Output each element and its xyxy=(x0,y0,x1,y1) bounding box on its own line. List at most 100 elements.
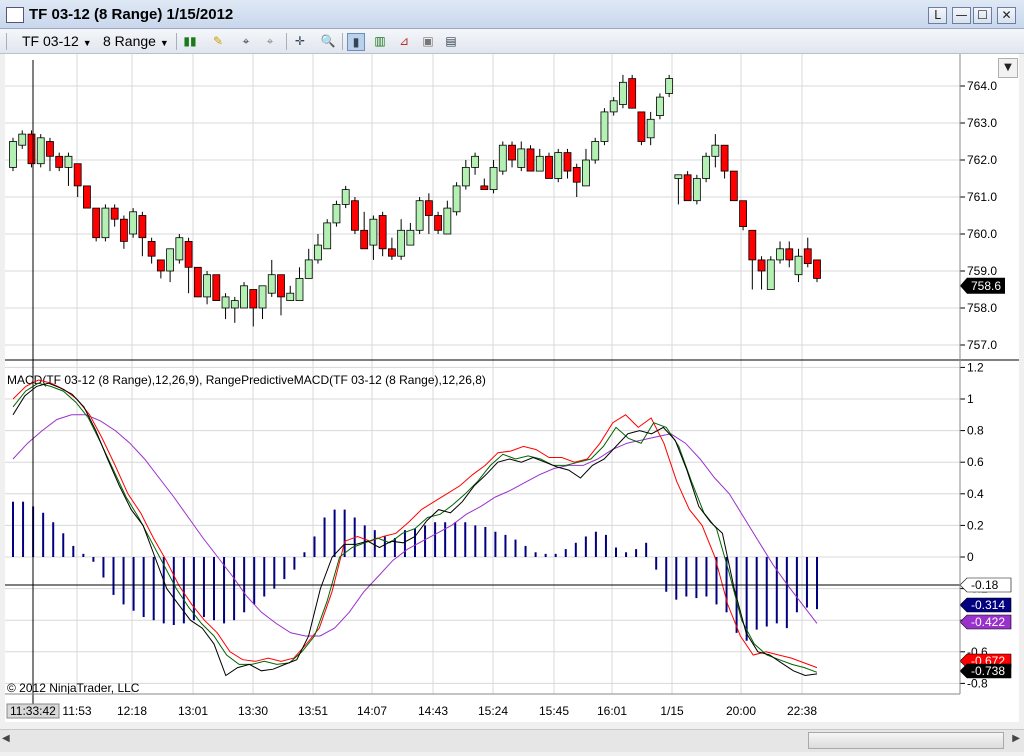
candle-body xyxy=(9,141,17,168)
candle-body xyxy=(609,100,618,113)
candle-body xyxy=(517,148,526,168)
candle-body xyxy=(535,155,544,172)
scroll-right-icon[interactable]: ▶ xyxy=(1012,733,1020,744)
candle-body xyxy=(739,200,747,227)
price-tick-label: 764.0 xyxy=(967,79,997,93)
candle-body xyxy=(766,259,775,290)
candle-body xyxy=(378,215,387,250)
candle-body xyxy=(184,240,193,268)
snap-icon[interactable]: ⌖ xyxy=(238,33,254,49)
candle-body xyxy=(508,144,516,161)
candle-body xyxy=(434,215,443,231)
candle-body xyxy=(582,159,590,187)
global-draw-icon[interactable]: ⌖ xyxy=(262,33,278,49)
candle-body xyxy=(406,229,415,246)
price-axis: 764.0 763.0 762.0 761.0 760.0 759.0 758.0 757.0 xyxy=(960,79,997,352)
chevron-down-icon[interactable]: ▼ xyxy=(998,58,1018,78)
macd-average-line xyxy=(12,382,818,673)
time-tick-label: 11:53 xyxy=(62,704,91,718)
instrument-label: TF 03-12 xyxy=(22,33,79,49)
time-tick-label: 13:30 xyxy=(238,704,268,718)
chevron-down-icon: ▼ xyxy=(82,38,92,48)
macd-value-label: -0.18 xyxy=(971,578,999,592)
macd-tick-label: 0.4 xyxy=(967,487,984,501)
macd-tick-label: 1 xyxy=(967,392,974,406)
candle-body xyxy=(83,185,91,209)
candle-body xyxy=(628,78,637,109)
candle-body xyxy=(600,111,609,142)
candle-body xyxy=(18,133,27,146)
chart-canvas[interactable]: 764.0 763.0 762.0 761.0 760.0 759.0 758.0 757.0… xyxy=(5,54,1019,722)
drawing-pencil-icon[interactable]: ✎ xyxy=(210,33,226,49)
candle-body xyxy=(240,285,248,309)
indicators-icon[interactable]: ▥ xyxy=(372,33,388,49)
candle-body xyxy=(637,111,646,142)
candle-body xyxy=(397,229,406,257)
candle-body xyxy=(702,155,711,179)
candle-body xyxy=(387,248,396,257)
macd-tick-label: 0.2 xyxy=(967,518,984,532)
interval-selector[interactable]: 8 Range ▼ xyxy=(103,32,169,50)
time-tick-label: 12:18 xyxy=(117,704,147,718)
candle-body xyxy=(415,200,424,231)
toolbar-grip xyxy=(6,33,7,50)
candle-body xyxy=(55,155,64,168)
title-bar: TF 03-12 (8 Range) 1/15/2012 L — ☐ ✕ xyxy=(0,0,1024,29)
last-price-marker: 758.6 xyxy=(960,277,1005,294)
chart-style-icon[interactable]: ▮ xyxy=(347,33,365,51)
time-tick-label: 16:01 xyxy=(597,704,627,718)
crosshair-icon[interactable]: ✛ xyxy=(292,33,308,49)
crosshair-time-label: 11:33:42 xyxy=(10,704,56,718)
macd-value-label: -0.422 xyxy=(971,615,1005,629)
lock-button[interactable]: L xyxy=(928,7,947,24)
candle-body xyxy=(424,200,433,216)
candle-body xyxy=(655,96,664,116)
interval-label: 8 Range xyxy=(103,33,156,49)
toolbar-separator xyxy=(176,33,177,50)
instrument-selector[interactable]: TF 03-12 ▼ xyxy=(22,32,92,50)
candle-body xyxy=(443,207,452,235)
candle-body xyxy=(711,144,720,157)
close-button[interactable]: ✕ xyxy=(997,7,1016,24)
scrollbar-thumb[interactable] xyxy=(808,732,1004,749)
candle-body xyxy=(46,141,54,157)
data-box-icon[interactable]: ▤ xyxy=(443,33,459,49)
candle-body xyxy=(36,137,45,165)
time-tick-label: 1/15 xyxy=(660,704,684,718)
candle-body xyxy=(526,148,535,172)
chart-panel[interactable]: 764.0 763.0 762.0 761.0 760.0 759.0 758.0 757.0… xyxy=(5,54,1019,722)
candle-body xyxy=(323,222,332,250)
toolbar-separator xyxy=(286,33,287,50)
candle-body xyxy=(166,248,175,272)
candle-body xyxy=(92,207,101,239)
candle-body xyxy=(785,248,794,261)
chart-toolbar: TF 03-12 ▼ 8 Range ▼ ▮▮ ✎ ⌖ ⌖ ✛ 🔍 ▮ ▥ ⊿ … xyxy=(0,29,1024,54)
strategies-icon[interactable]: ⊿ xyxy=(396,33,412,49)
properties-icon[interactable]: ▣ xyxy=(420,33,436,49)
candle-body xyxy=(720,144,729,172)
candle-body xyxy=(258,285,267,309)
candle-body xyxy=(304,259,313,279)
candle-body xyxy=(563,152,572,172)
candle-body xyxy=(545,155,553,179)
maximize-button[interactable]: ☐ xyxy=(973,7,992,24)
time-tick-label: 14:43 xyxy=(418,704,448,718)
candle-body xyxy=(351,200,359,231)
candle-body xyxy=(119,218,128,242)
bar-type-icon[interactable]: ▮▮ xyxy=(182,33,198,49)
zoom-icon[interactable]: 🔍 xyxy=(320,33,336,49)
candle-body xyxy=(498,144,507,172)
scroll-left-icon[interactable]: ◀ xyxy=(2,733,10,744)
candle-body xyxy=(794,255,803,276)
candle-body xyxy=(665,78,674,94)
minimize-button[interactable]: — xyxy=(952,7,971,24)
candle-body xyxy=(156,259,165,272)
price-candles xyxy=(9,74,821,327)
time-tick-label: 13:01 xyxy=(178,704,208,718)
candle-body xyxy=(674,174,683,179)
candle-body xyxy=(203,274,211,298)
candle-body xyxy=(480,185,489,190)
candle-body xyxy=(27,133,36,165)
horizontal-scrollbar[interactable]: ◀ ▶ xyxy=(0,729,1024,752)
candle-body xyxy=(193,266,202,298)
